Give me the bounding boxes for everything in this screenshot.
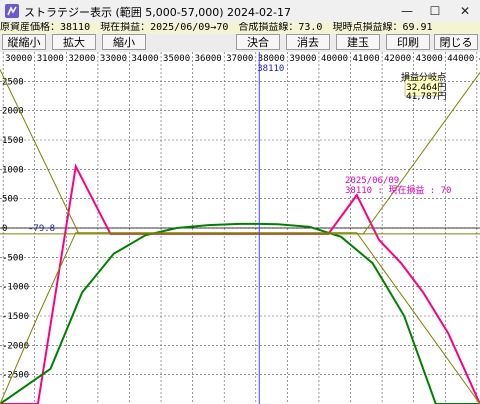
x-tick-label: 30000 <box>5 54 32 64</box>
y-tick-label: -2500 <box>2 371 29 381</box>
title-bar: ストラテジー表示 (範囲 5,000-57,000) 2024-02-17 — … <box>0 0 480 23</box>
zero-offset-label: -79.8 <box>28 224 55 234</box>
x-tick-label: 35000 <box>163 54 190 64</box>
info-text: 原資産価格：38110 現在損益：2025/06/09→70 合成損益線：73.… <box>0 22 433 33</box>
x-tick-label: 42000 <box>384 54 411 64</box>
y-tick-label: -500 <box>2 253 24 263</box>
y-tick-label: 500 <box>2 195 18 205</box>
current-price-label: 38110 <box>257 64 284 74</box>
x-tick-label: 43000 <box>416 54 443 64</box>
x-tick-label: 34000 <box>131 54 158 64</box>
strategy-chart: 30000 31000 32000 33000 34000 35000 36000 37000… <box>0 52 480 404</box>
x-tick-label: 32000 <box>68 54 95 64</box>
y-tick-label: -1500 <box>2 312 29 322</box>
x-tick-label: 37000 <box>226 54 253 64</box>
position-button[interactable]: 建玉 <box>336 34 380 50</box>
clear-button[interactable]: 消去 <box>286 34 330 50</box>
settle-button[interactable]: 決合 <box>236 34 280 50</box>
vertical-zoom-out-button[interactable]: 縦縮小 <box>2 34 46 50</box>
x-tick-label: 39000 <box>289 54 316 64</box>
close-button[interactable]: ✕ <box>450 0 480 22</box>
breakeven-value: 41,787円 <box>406 91 447 102</box>
x-tick-label: 33000 <box>100 54 127 64</box>
y-tick-label: -1000 <box>2 283 29 293</box>
x-tick-label: 40000 <box>321 54 348 64</box>
y-tick-label: 1500 <box>2 136 24 146</box>
x-tick-label: 44000 <box>447 54 474 64</box>
x-tick-label: 41000 <box>353 54 380 64</box>
x-tick-label: 31000 <box>37 54 64 64</box>
info-bar: 原資産価格：38110 現在損益：2025/06/09→70 合成損益線：73.… <box>0 22 480 34</box>
app-icon <box>5 4 19 18</box>
close-chart-button[interactable]: 閉じる <box>434 34 478 50</box>
toolbar: 縦縮小 拡大 縮小 決合 消去 建玉 印刷 閉じる <box>0 34 480 52</box>
breakeven-title: 損益分岐点 <box>401 71 446 83</box>
minimize-button[interactable]: — <box>392 0 422 22</box>
maximize-button[interactable]: ☐ <box>420 0 450 22</box>
x-tick-label: 38000 <box>258 54 285 64</box>
y-tick-label: 0 <box>2 224 7 234</box>
y-tick-label: 1000 <box>2 165 24 175</box>
x-tick-label: 36000 <box>195 54 222 64</box>
print-button[interactable]: 印刷 <box>386 34 430 50</box>
annotation-date: 2025/06/09 <box>345 176 399 186</box>
window-title: ストラテジー表示 (範囲 5,000-57,000) 2024-02-17 <box>24 6 291 19</box>
zoom-in-button[interactable]: 拡大 <box>52 34 96 50</box>
y-tick-label: 2500 <box>2 77 24 87</box>
annotation-text: 38110 : 現在損益 : 70 <box>345 184 451 196</box>
zoom-out-button[interactable]: 縮小 <box>102 34 146 50</box>
